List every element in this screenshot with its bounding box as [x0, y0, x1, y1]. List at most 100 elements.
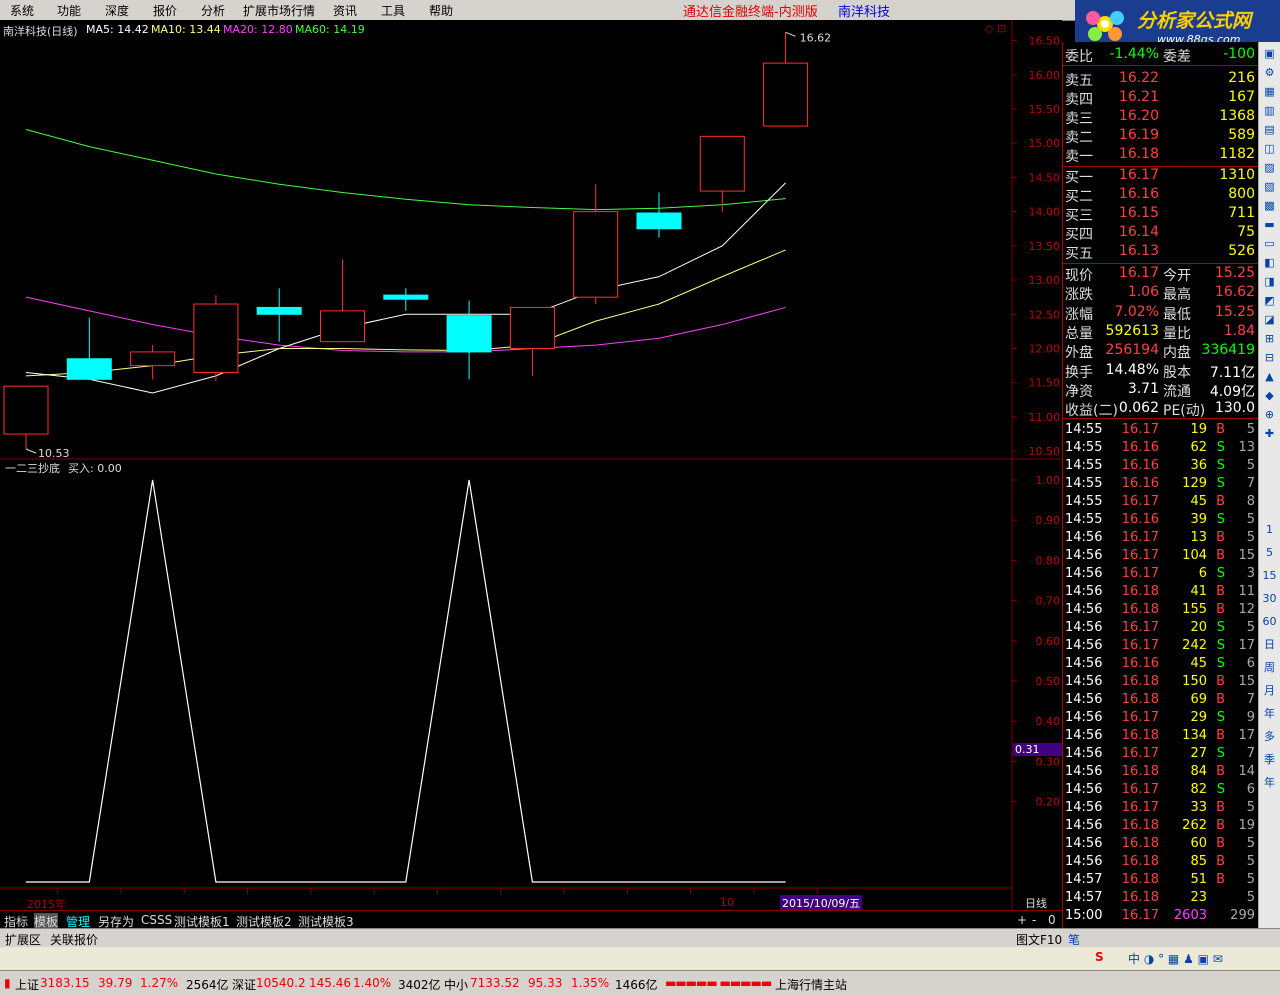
tab-bi[interactable]: 笔 — [1068, 931, 1080, 948]
period-button[interactable]: 5 — [1260, 545, 1279, 561]
sell-level-row[interactable]: 卖五 16.22 216 — [1063, 70, 1259, 89]
toolbar-tool-icon[interactable]: ⊕ — [1260, 407, 1279, 423]
period-button[interactable]: 年 — [1260, 775, 1279, 791]
tab-csss[interactable]: CSSS — [141, 913, 172, 927]
buy-level-row[interactable]: 买三 16.15 711 — [1063, 205, 1259, 224]
menu-depth[interactable]: 深度 — [105, 2, 129, 19]
reset-button[interactable]: 0 — [1048, 913, 1056, 927]
sell-level-row[interactable]: 卖二 16.19 589 — [1063, 127, 1259, 146]
tick-volume: 60 — [1190, 836, 1207, 851]
tick-row: 14:56 16.18 155 B 12 — [1063, 602, 1259, 620]
toolbar-tool-icon[interactable]: ⊞ — [1260, 331, 1279, 347]
tab-ext-area[interactable]: 扩展区 — [5, 931, 41, 948]
tick-count: 17 — [1238, 728, 1255, 743]
tick-volume: 62 — [1190, 440, 1207, 455]
low-price-label: 10.53 — [38, 447, 70, 460]
level-volume: 1310 — [1219, 167, 1255, 183]
tick-time: 14:56 — [1065, 818, 1103, 833]
tick-count: 14 — [1238, 764, 1255, 779]
stat-value: 15.25 — [1214, 265, 1255, 281]
chart-options-icon[interactable]: ◇ ⊡ — [985, 22, 1006, 35]
period-button[interactable]: 1 — [1260, 522, 1279, 538]
menu-system[interactable]: 系统 — [10, 2, 34, 19]
toolbar-tool-icon[interactable]: ⊟ — [1260, 350, 1279, 366]
tick-count: 6 — [1246, 656, 1255, 671]
tick-count: 15 — [1238, 548, 1255, 563]
menu-tools[interactable]: 工具 — [381, 2, 405, 19]
tick-count: 3 — [1246, 566, 1255, 581]
toolbar-tool-icon[interactable]: ◧ — [1260, 255, 1279, 271]
zoom-out-button[interactable]: - — [1032, 913, 1036, 927]
tab-f10[interactable]: 图文F10 — [1016, 931, 1062, 948]
period-button[interactable]: 季 — [1260, 752, 1279, 768]
sell-level-row[interactable]: 卖四 16.21 167 — [1063, 89, 1259, 108]
menu-news[interactable]: 资讯 — [333, 2, 357, 19]
toolbar-tool-icon[interactable]: ▬ — [1260, 217, 1279, 233]
tick-direction: S — [1216, 782, 1225, 797]
buy-level-row[interactable]: 买一 16.17 1310 — [1063, 167, 1259, 186]
kline-chart-area[interactable]: 16.50 16.00 15.50 15.00 14.50 14.00 13.50 13.00… — [0, 20, 1063, 911]
tick-count: 5 — [1246, 872, 1255, 887]
toolbar-tool-icon[interactable]: ▨ — [1260, 160, 1279, 176]
period-button[interactable]: 多 — [1260, 729, 1279, 745]
toolbar-tool-icon[interactable]: ▣ — [1260, 46, 1279, 62]
period-button[interactable]: 月 — [1260, 683, 1279, 699]
toolbar-tool-icon[interactable]: ◆ — [1260, 388, 1279, 404]
menu-help[interactable]: 帮助 — [429, 2, 453, 19]
candle-body — [699, 135, 745, 192]
status-station[interactable]: 上海行情主站 — [775, 976, 847, 993]
buy-level-row[interactable]: 买四 16.14 75 — [1063, 224, 1259, 243]
status-sz-value: 10540.2 — [256, 976, 306, 990]
period-button[interactable]: 日 — [1260, 637, 1279, 653]
tick-time: 14:55 — [1065, 512, 1103, 527]
period-button[interactable]: 60 — [1260, 614, 1279, 630]
buy-level-row[interactable]: 买二 16.16 800 — [1063, 186, 1259, 205]
kline-chart-svg[interactable]: 16.50 16.00 15.50 15.00 14.50 14.00 13.50 13.00… — [0, 20, 1062, 910]
tick-time: 14:56 — [1065, 584, 1103, 599]
toolbar-tool-icon[interactable]: ▤ — [1260, 122, 1279, 138]
sell-level-row[interactable]: 卖一 16.18 1182 — [1063, 146, 1259, 165]
toolbar-tool-icon[interactable]: ✚ — [1260, 426, 1279, 442]
period-button[interactable]: 周 — [1260, 660, 1279, 676]
toolbar-tool-icon[interactable]: ▥ — [1260, 103, 1279, 119]
sogou-icon[interactable]: S — [1095, 950, 1104, 964]
sell-level-row[interactable]: 卖三 16.20 1368 — [1063, 108, 1259, 127]
level-volume: 589 — [1228, 127, 1255, 143]
tick-time: 14:57 — [1065, 872, 1103, 887]
period-button[interactable]: 15 — [1260, 568, 1279, 584]
tick-volume: 27 — [1190, 746, 1207, 761]
app-title: 通达信金融终端-内测版 — [683, 5, 818, 20]
zoom-in-button[interactable]: + — [1017, 913, 1027, 927]
status-sh-value: 3183.15 — [40, 976, 90, 990]
ime-tools-icon[interactable]: 中 ◑ ° ▦ ♟ ▣ ✉ — [1128, 950, 1223, 967]
toolbar-tool-icon[interactable]: ◩ — [1260, 293, 1279, 309]
toolbar-tool-icon[interactable]: ◪ — [1260, 312, 1279, 328]
status-signal-icon: ▬▬▬▬▬ ▬▬▬▬▬ — [665, 976, 772, 990]
tick-direction: B — [1216, 692, 1225, 707]
toolbar-tool-icon[interactable]: ▦ — [1260, 84, 1279, 100]
toolbar-tool-icon[interactable]: ◫ — [1260, 141, 1279, 157]
menu-quote[interactable]: 报价 — [153, 2, 177, 19]
toolbar-tool-icon[interactable]: ⚙ — [1260, 65, 1279, 81]
stats-row: 涨跌 1.06 最高 16.62 — [1063, 284, 1259, 303]
price-tick-label: 11.00 — [1029, 411, 1061, 424]
menu-function[interactable]: 功能 — [57, 2, 81, 19]
candle-body — [636, 212, 682, 230]
tick-count: 9 — [1246, 710, 1255, 725]
period-button[interactable]: 年 — [1260, 706, 1279, 722]
toolbar-tool-icon[interactable]: ◨ — [1260, 274, 1279, 290]
tick-count: 5 — [1246, 530, 1255, 545]
bottom-tabs-secondary: 扩展区 关联报价 图文F10 笔 — [0, 928, 1280, 947]
tab-related-quote[interactable]: 关联报价 — [50, 931, 98, 948]
buy-level-row[interactable]: 买五 16.13 526 — [1063, 243, 1259, 262]
toolbar-tool-icon[interactable]: ▲ — [1260, 369, 1279, 385]
menu-ext-market[interactable]: 扩展市场行情 — [243, 2, 315, 19]
tick-price: 16.17 — [1121, 908, 1159, 923]
toolbar-tool-icon[interactable]: ▩ — [1260, 198, 1279, 214]
toolbar-tool-icon[interactable]: ▧ — [1260, 179, 1279, 195]
toolbar-tool-icon[interactable]: ▭ — [1260, 236, 1279, 252]
status-sz-amount: 3402亿 — [398, 978, 441, 992]
period-button[interactable]: 30 — [1260, 591, 1279, 607]
ma60-label: MA60: 14.19 — [295, 23, 365, 36]
menu-analysis[interactable]: 分析 — [201, 2, 225, 19]
